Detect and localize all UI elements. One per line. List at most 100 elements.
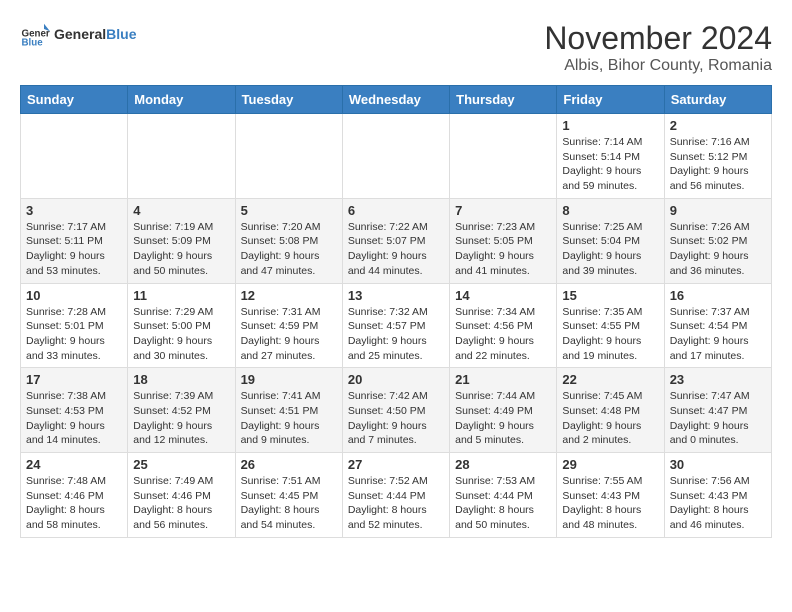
title-area: November 2024 Albis, Bihor County, Roman…: [544, 20, 772, 75]
date-number: 23: [670, 372, 766, 387]
calendar-cell: [21, 114, 128, 199]
calendar-cell: [128, 114, 235, 199]
page-title: November 2024: [544, 20, 772, 57]
day-header-sunday: Sunday: [21, 86, 128, 114]
date-number: 28: [455, 457, 551, 472]
calendar-cell: 25 Sunrise: 7:49 AM Sunset: 4:46 PM Dayli…: [128, 453, 235, 538]
calendar-cell: 16 Sunrise: 7:37 AM Sunset: 4:54 PM Dayli…: [664, 283, 771, 368]
header: General Blue GeneralBlue November 2024 A…: [20, 20, 772, 75]
page-subtitle: Albis, Bihor County, Romania: [544, 57, 772, 75]
date-number: 30: [670, 457, 766, 472]
date-number: 21: [455, 372, 551, 387]
calendar-cell: 3 Sunrise: 7:17 AM Sunset: 5:11 PM Daylig…: [21, 198, 128, 283]
cell-info: Sunrise: 7:49 AM Sunset: 4:46 PM Dayligh…: [133, 474, 229, 533]
calendar-cell: 20Sunrise: 7:42 AM Sunset: 4:50 PM Dayli…: [342, 368, 449, 453]
logo-icon: General Blue: [20, 20, 50, 50]
cell-info: Sunrise: 7:16 AM Sunset: 5:12 PM Dayligh…: [670, 135, 766, 194]
cell-info: Sunrise: 7:17 AM Sunset: 5:11 PM Dayligh…: [26, 220, 122, 279]
cell-info: Sunrise: 7:42 AM Sunset: 4:50 PM Dayligh…: [348, 389, 444, 448]
day-header-wednesday: Wednesday: [342, 86, 449, 114]
cell-info: Sunrise: 7:25 AM Sunset: 5:04 PM Dayligh…: [562, 220, 658, 279]
calendar-cell: 2Sunrise: 7:16 AM Sunset: 5:12 PM Daylig…: [664, 114, 771, 199]
calendar-cell: [235, 114, 342, 199]
cell-info: Sunrise: 7:20 AM Sunset: 5:08 PM Dayligh…: [241, 220, 337, 279]
date-number: 15: [562, 288, 658, 303]
date-number: 27: [348, 457, 444, 472]
cell-info: Sunrise: 7:26 AM Sunset: 5:02 PM Dayligh…: [670, 220, 766, 279]
day-header-friday: Friday: [557, 86, 664, 114]
cell-info: Sunrise: 7:44 AM Sunset: 4:49 PM Dayligh…: [455, 389, 551, 448]
week-row-3: 10 Sunrise: 7:28 AM Sunset: 5:01 PM Dayli…: [21, 283, 772, 368]
cell-info: Sunrise: 7:28 AM Sunset: 5:01 PM Dayligh…: [26, 305, 122, 364]
cell-info: Sunrise: 7:48 AM Sunset: 4:46 PM Dayligh…: [26, 474, 122, 533]
date-number: 18: [133, 372, 229, 387]
calendar-cell: 15Sunrise: 7:35 AM Sunset: 4:55 PM Dayli…: [557, 283, 664, 368]
calendar-cell: 14 Sunrise: 7:34 AM Sunset: 4:56 PM Dayli…: [450, 283, 557, 368]
day-header-thursday: Thursday: [450, 86, 557, 114]
date-number: 11: [133, 288, 229, 303]
cell-info: Sunrise: 7:19 AM Sunset: 5:09 PM Dayligh…: [133, 220, 229, 279]
calendar-cell: 17 Sunrise: 7:38 AM Sunset: 4:53 PM Dayli…: [21, 368, 128, 453]
calendar-cell: 22 Sunrise: 7:45 AM Sunset: 4:48 PM Dayli…: [557, 368, 664, 453]
cell-info: Sunrise: 7:31 AM Sunset: 4:59 PM Dayligh…: [241, 305, 337, 364]
date-number: 8: [562, 203, 658, 218]
logo-blue: Blue: [106, 26, 136, 42]
cell-info: Sunrise: 7:38 AM Sunset: 4:53 PM Dayligh…: [26, 389, 122, 448]
cell-info: Sunrise: 7:34 AM Sunset: 4:56 PM Dayligh…: [455, 305, 551, 364]
date-number: 22: [562, 372, 658, 387]
date-number: 6: [348, 203, 444, 218]
calendar-cell: 13 Sunrise: 7:32 AM Sunset: 4:57 PM Dayli…: [342, 283, 449, 368]
date-number: 10: [26, 288, 122, 303]
calendar-cell: 26 Sunrise: 7:51 AM Sunset: 4:45 PM Dayli…: [235, 453, 342, 538]
date-number: 25: [133, 457, 229, 472]
date-number: 16: [670, 288, 766, 303]
date-number: 24: [26, 457, 122, 472]
calendar-cell: 5 Sunrise: 7:20 AM Sunset: 5:08 PM Daylig…: [235, 198, 342, 283]
calendar-cell: 27 Sunrise: 7:52 AM Sunset: 4:44 PM Dayli…: [342, 453, 449, 538]
week-row-1: 1 Sunrise: 7:14 AM Sunset: 5:14 PM Daylig…: [21, 114, 772, 199]
cell-info: Sunrise: 7:51 AM Sunset: 4:45 PM Dayligh…: [241, 474, 337, 533]
calendar-cell: 29Sunrise: 7:55 AM Sunset: 4:43 PM Dayli…: [557, 453, 664, 538]
week-row-2: 3 Sunrise: 7:17 AM Sunset: 5:11 PM Daylig…: [21, 198, 772, 283]
cell-info: Sunrise: 7:32 AM Sunset: 4:57 PM Dayligh…: [348, 305, 444, 364]
cell-info: Sunrise: 7:45 AM Sunset: 4:48 PM Dayligh…: [562, 389, 658, 448]
date-number: 1: [562, 118, 658, 133]
date-number: 14: [455, 288, 551, 303]
date-number: 3: [26, 203, 122, 218]
calendar-cell: 7Sunrise: 7:23 AM Sunset: 5:05 PM Daylig…: [450, 198, 557, 283]
date-number: 9: [670, 203, 766, 218]
calendar-cell: 23 Sunrise: 7:47 AM Sunset: 4:47 PM Dayli…: [664, 368, 771, 453]
cell-info: Sunrise: 7:37 AM Sunset: 4:54 PM Dayligh…: [670, 305, 766, 364]
cell-info: Sunrise: 7:53 AM Sunset: 4:44 PM Dayligh…: [455, 474, 551, 533]
date-number: 26: [241, 457, 337, 472]
calendar-cell: 30Sunrise: 7:56 AM Sunset: 4:43 PM Dayli…: [664, 453, 771, 538]
calendar-cell: 19 Sunrise: 7:41 AM Sunset: 4:51 PM Dayli…: [235, 368, 342, 453]
date-number: 4: [133, 203, 229, 218]
cell-info: Sunrise: 7:41 AM Sunset: 4:51 PM Dayligh…: [241, 389, 337, 448]
cell-info: Sunrise: 7:23 AM Sunset: 5:05 PM Dayligh…: [455, 220, 551, 279]
calendar-cell: 11 Sunrise: 7:29 AM Sunset: 5:00 PM Dayli…: [128, 283, 235, 368]
calendar-cell: 10 Sunrise: 7:28 AM Sunset: 5:01 PM Dayli…: [21, 283, 128, 368]
date-number: 17: [26, 372, 122, 387]
date-number: 5: [241, 203, 337, 218]
calendar-cell: 28 Sunrise: 7:53 AM Sunset: 4:44 PM Dayli…: [450, 453, 557, 538]
calendar-cell: 6 Sunrise: 7:22 AM Sunset: 5:07 PM Daylig…: [342, 198, 449, 283]
date-number: 19: [241, 372, 337, 387]
cell-info: Sunrise: 7:52 AM Sunset: 4:44 PM Dayligh…: [348, 474, 444, 533]
date-number: 13: [348, 288, 444, 303]
calendar-cell: 9 Sunrise: 7:26 AM Sunset: 5:02 PM Daylig…: [664, 198, 771, 283]
week-row-4: 17 Sunrise: 7:38 AM Sunset: 4:53 PM Dayli…: [21, 368, 772, 453]
day-header-saturday: Saturday: [664, 86, 771, 114]
cell-info: Sunrise: 7:47 AM Sunset: 4:47 PM Dayligh…: [670, 389, 766, 448]
calendar-table: SundayMondayTuesdayWednesdayThursdayFrid…: [20, 85, 772, 538]
calendar-cell: 24 Sunrise: 7:48 AM Sunset: 4:46 PM Dayli…: [21, 453, 128, 538]
cell-info: Sunrise: 7:22 AM Sunset: 5:07 PM Dayligh…: [348, 220, 444, 279]
calendar-cell: 8 Sunrise: 7:25 AM Sunset: 5:04 PM Daylig…: [557, 198, 664, 283]
cell-info: Sunrise: 7:29 AM Sunset: 5:00 PM Dayligh…: [133, 305, 229, 364]
calendar-cell: 4 Sunrise: 7:19 AM Sunset: 5:09 PM Daylig…: [128, 198, 235, 283]
calendar-cell: [450, 114, 557, 199]
calendar-cell: 18 Sunrise: 7:39 AM Sunset: 4:52 PM Dayli…: [128, 368, 235, 453]
cell-info: Sunrise: 7:14 AM Sunset: 5:14 PM Dayligh…: [562, 135, 658, 194]
date-number: 12: [241, 288, 337, 303]
cell-info: Sunrise: 7:39 AM Sunset: 4:52 PM Dayligh…: [133, 389, 229, 448]
